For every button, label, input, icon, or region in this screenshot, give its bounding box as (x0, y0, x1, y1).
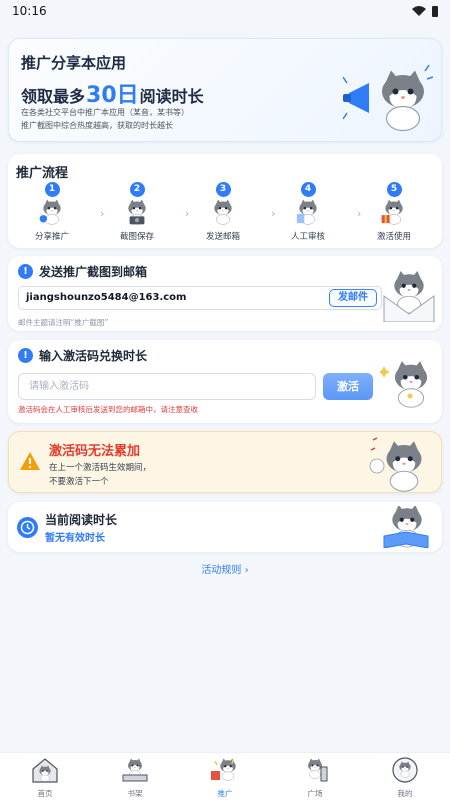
promo-hero-card: 推广分享本应用 领取最多 30日 阅读时长 在各类社交平台中推广本应用（某音，某… (8, 38, 442, 142)
status-bar: 10:16 (0, 0, 450, 22)
status-icons (412, 5, 438, 17)
warning-line-1: 在上一个激活码生效期间， (49, 463, 152, 473)
activation-code-input[interactable]: 请输入激活码 (18, 373, 316, 400)
flow-step-email: 3 发送邮箱 (193, 182, 253, 242)
flow-steps: 1 分享推广 › 2 截图保存 › 3 发送邮箱 › 4 人工审核 › 5 激活… (8, 182, 442, 244)
flow-step-activate: 5 激活使用 (364, 182, 424, 242)
camera-cat-icon (128, 199, 146, 225)
tab-home[interactable]: 首页 (0, 753, 90, 800)
hero-headline-prefix: 领取最多 (21, 87, 86, 106)
tab-profile[interactable]: 我的 (360, 753, 450, 800)
share-cat-icon (39, 199, 61, 225)
email-address[interactable]: jiangshounzo5484@163.com (26, 292, 186, 303)
step-label: 人工审核 (290, 232, 325, 242)
exclamation-icon: ! (18, 264, 33, 279)
code-section-title: 输入激活码兑换时长 (39, 349, 148, 363)
activation-code-card: ! 输入激活码兑换时长 请输入激活码 激活 激活码会在人工审核后发送到您的邮箱中… (8, 340, 442, 423)
hero-title: 推广分享本应用 (21, 54, 127, 72)
promotion-flow-card: 推广流程 1 分享推广 › 2 截图保存 › 3 发送邮箱 › 4 人工审核 ›… (8, 154, 442, 248)
bottom-tab-bar: 首页 书架 推广 广场 我的 (0, 752, 450, 800)
send-screenshot-card: ! 发送推广截图到邮箱 jiangshounzo5484@163.com 发邮件… (8, 256, 442, 331)
tab-bookshelf[interactable]: 书架 (90, 753, 180, 800)
review-cat-icon (296, 199, 317, 225)
tab-label: 首页 (37, 789, 53, 798)
email-section-header: ! 发送推广截图到邮箱 (18, 263, 147, 280)
send-email-button[interactable]: 发邮件 (329, 289, 377, 307)
activation-code-notice: 激活码会在人工审核后发送到您的邮箱中，请注意查收 (18, 405, 198, 414)
cat-illustration (380, 360, 428, 408)
mail-cat-icon (214, 199, 232, 225)
chevron-right-icon: › (357, 207, 362, 220)
clock-icon (17, 517, 38, 538)
activate-button[interactable]: 激活 (323, 373, 373, 400)
gift-cat-icon (381, 199, 403, 225)
cat-waving-illustration (369, 437, 422, 492)
battery-icon (432, 5, 438, 17)
email-section-title: 发送推广截图到邮箱 (39, 265, 148, 279)
profile-cat-icon (392, 757, 418, 783)
step-number: 4 (300, 182, 316, 197)
activity-rules-link[interactable]: 活动规则 › (0, 561, 450, 576)
email-subject-hint: 邮件主题请注明“推广截图” (18, 318, 109, 327)
tab-label: 广场 (307, 789, 323, 798)
tab-promote[interactable]: 推广 (180, 753, 270, 800)
hero-subtitle-1: 在各类社交平台中推广本应用（某音，某书等） (21, 108, 189, 117)
chevron-right-icon: › (271, 207, 276, 220)
email-address-field[interactable]: jiangshounzo5484@163.com 发邮件 (18, 286, 382, 310)
tab-square[interactable]: 广场 (270, 753, 360, 800)
tab-label: 我的 (397, 789, 413, 798)
warning-icon (20, 452, 40, 470)
flow-step-screenshot: 2 截图保存 (107, 182, 167, 242)
step-label: 激活使用 (376, 232, 411, 242)
hero-headline-days: 30日 (86, 83, 139, 108)
home-cat-icon (32, 758, 58, 783)
hero-headline-suffix: 阅读时长 (139, 87, 204, 106)
flow-title: 推广流程 (16, 166, 69, 181)
step-number: 1 (44, 182, 60, 197)
hero-subtitle-2: 推广截图中综合热度越高，获取的时长越长 (21, 121, 173, 130)
status-time: 10:16 (12, 4, 47, 18)
current-reading-time-card: 当前阅读时长 暂无有效时长 (8, 502, 442, 552)
cat-reading-illustration (383, 506, 429, 548)
bookshelf-cat-icon (122, 758, 148, 782)
chevron-right-icon: › (185, 207, 190, 220)
cat-envelope-illustration (383, 270, 435, 322)
square-cat-icon (307, 758, 328, 782)
step-label: 分享推广 (34, 232, 69, 242)
step-number: 5 (386, 182, 402, 197)
chevron-right-icon: › (100, 207, 105, 220)
hero-headline: 领取最多 30日 阅读时长 (21, 77, 204, 109)
promote-cat-icon (211, 758, 236, 781)
wifi-icon (412, 6, 426, 16)
code-section-header: ! 输入激活码兑换时长 (18, 347, 147, 364)
step-number: 2 (129, 182, 145, 197)
exclamation-icon: ! (18, 348, 33, 363)
step-label: 截图保存 (119, 232, 154, 242)
step-number: 3 (215, 182, 231, 197)
flow-step-review: 4 人工审核 (278, 182, 338, 242)
warning-title: 激活码无法累加 (49, 444, 141, 459)
step-label: 发送邮箱 (205, 232, 240, 242)
tab-label: 书架 (127, 789, 143, 798)
code-stacking-warning: 激活码无法累加 在上一个激活码生效期间， 不要激活下一个 (8, 431, 442, 493)
reading-time-value: 暂无有效时长 (45, 533, 105, 544)
cat-megaphone-illustration (343, 64, 433, 132)
reading-time-title: 当前阅读时长 (45, 513, 118, 527)
tab-label: 推广 (217, 789, 233, 798)
flow-step-share: 1 分享推广 (22, 182, 82, 242)
warning-line-2: 不要激活下一个 (49, 477, 109, 487)
